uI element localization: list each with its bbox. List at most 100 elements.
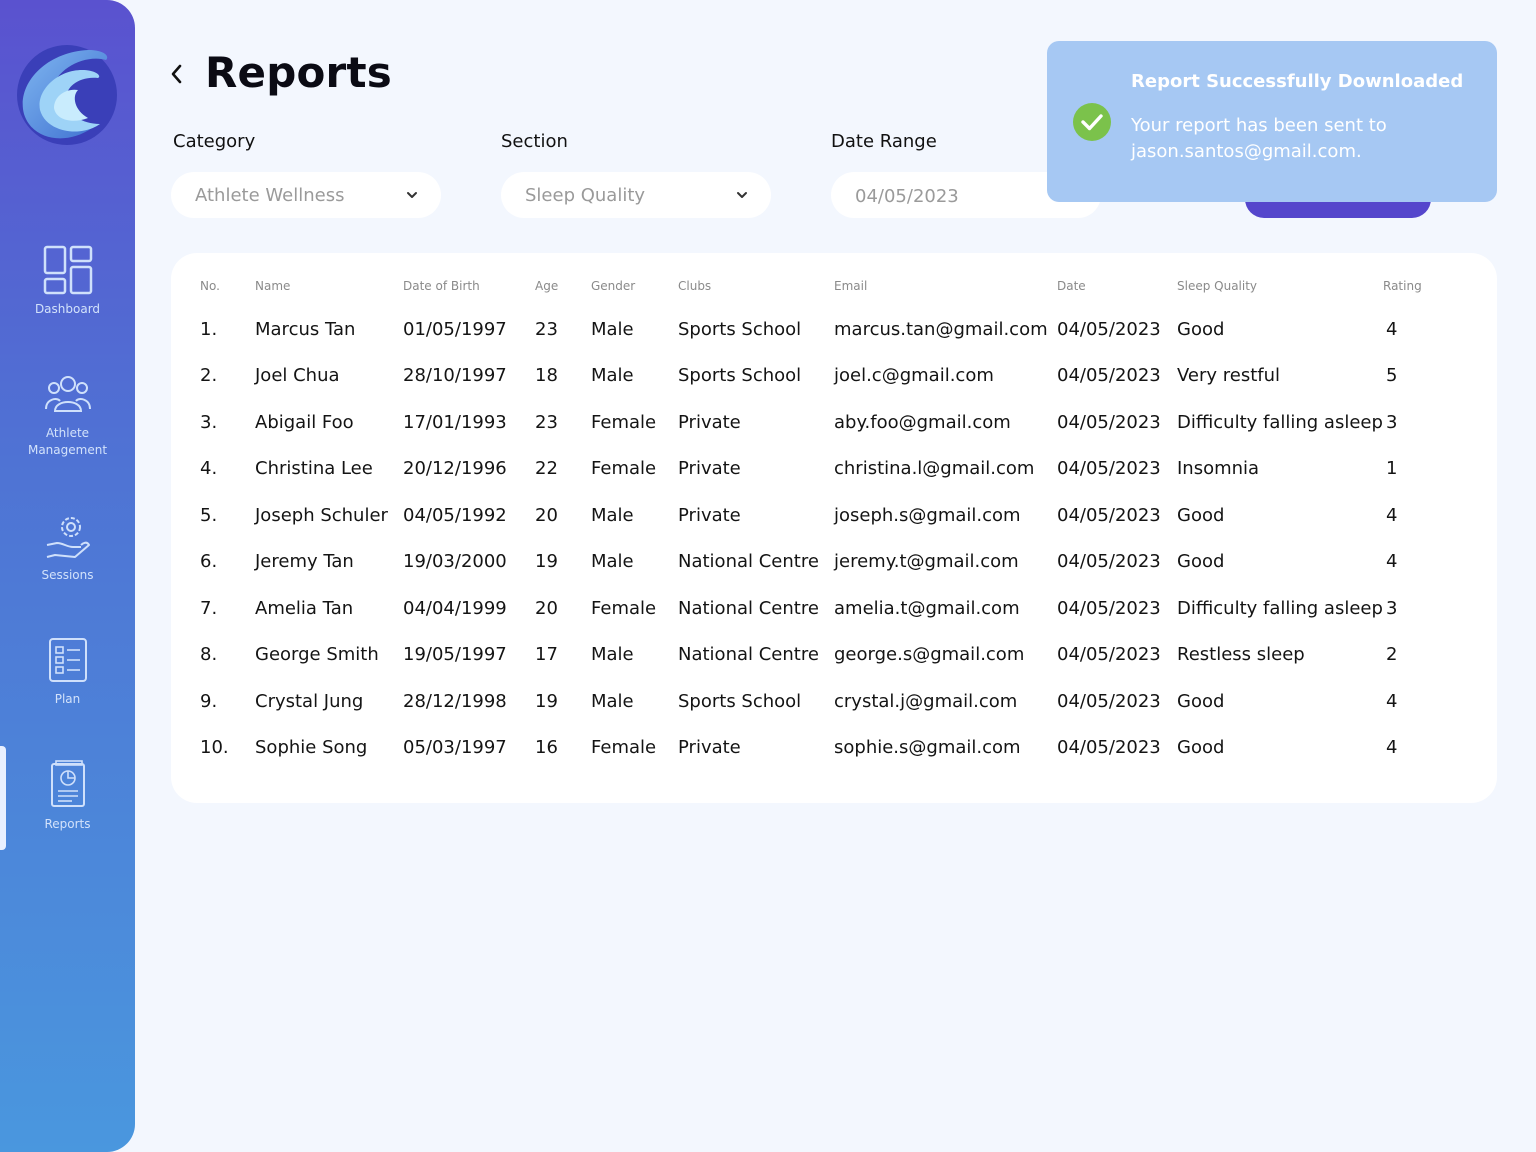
chevron-left-icon[interactable]: [168, 62, 186, 86]
cell-gender: Male: [591, 505, 634, 526]
cell-sleep-quality: Good: [1177, 691, 1225, 712]
cell-club: Sports School: [678, 365, 802, 386]
cell-rating: 4: [1386, 505, 1398, 526]
cell-gender: Male: [591, 365, 634, 386]
cell-name: Christina Lee: [255, 458, 373, 479]
cell-club: National Centre: [678, 551, 819, 572]
report-icon: [50, 760, 85, 807]
nav-label-reports: Reports: [44, 817, 91, 831]
cell-age: 18: [535, 365, 558, 386]
cell-gender: Female: [591, 737, 657, 758]
nav-item-dashboard[interactable]: Dashboard: [0, 245, 135, 318]
cell-club: Private: [678, 737, 741, 758]
cell-rating: 4: [1386, 319, 1398, 340]
cell-date: 04/05/2023: [1057, 319, 1161, 340]
column-header-rating: Rating: [1383, 279, 1422, 293]
cell-sleep-quality: Difficulty falling asleep: [1177, 598, 1383, 619]
cell-club: National Centre: [678, 644, 819, 665]
chevron-down-icon: [737, 192, 747, 198]
cell-age: 22: [535, 458, 558, 479]
cell-name: Marcus Tan: [255, 319, 356, 340]
cell-sleep-quality: Insomnia: [1177, 458, 1260, 479]
cell-gender: Female: [591, 598, 657, 619]
column-header-date: Date: [1057, 279, 1086, 293]
cell-club: Sports School: [678, 691, 802, 712]
cell-age: 19: [535, 551, 558, 572]
cell-name: George Smith: [255, 644, 379, 665]
cell-club: Private: [678, 505, 741, 526]
section-select[interactable]: Sleep Quality: [501, 172, 771, 218]
cell-no: 9.: [200, 691, 218, 712]
cell-name: Joel Chua: [255, 365, 340, 386]
cell-email: jeremy.t@gmail.com: [834, 551, 1019, 572]
team-icon: [44, 376, 91, 412]
cell-dob: 28/10/1997: [403, 365, 507, 386]
cell-sleep-quality: Good: [1177, 319, 1225, 340]
cell-rating: 3: [1386, 598, 1398, 619]
category-select[interactable]: Athlete Wellness: [171, 172, 441, 218]
cell-dob: 28/12/1998: [403, 691, 507, 712]
cell-date: 04/05/2023: [1057, 737, 1161, 758]
cell-sleep-quality: Good: [1177, 505, 1225, 526]
sidebar: Dashboard Athlete Management Sessions Pl…: [0, 0, 135, 1152]
nav-item-plan[interactable]: Plan: [0, 637, 135, 708]
cell-date: 04/05/2023: [1057, 644, 1161, 665]
cell-no: 5.: [200, 505, 218, 526]
cell-gender: Female: [591, 458, 657, 479]
nav-label-sessions: Sessions: [41, 568, 94, 582]
cell-no: 4.: [200, 458, 218, 479]
page-title: Reports: [205, 48, 392, 97]
cell-rating: 2: [1386, 644, 1398, 665]
cell-email: joseph.s@gmail.com: [834, 505, 1021, 526]
cell-name: Crystal Jung: [255, 691, 364, 712]
cell-name: Jeremy Tan: [255, 551, 354, 572]
cell-sleep-quality: Very restful: [1177, 365, 1281, 386]
checklist-icon: [48, 638, 87, 682]
date-range-label: Date Range: [831, 131, 937, 152]
cell-age: 23: [535, 319, 558, 340]
section-select-value: Sleep Quality: [525, 184, 646, 206]
cell-rating: 3: [1386, 412, 1398, 433]
toast-title: Report Successfully Downloaded: [1131, 71, 1464, 92]
check-circle-icon: [1073, 103, 1111, 141]
cell-age: 20: [535, 598, 558, 619]
cell-email: marcus.tan@gmail.com: [834, 319, 1048, 340]
app-logo: [17, 45, 117, 145]
cell-dob: 20/12/1996: [403, 458, 507, 479]
cell-gender: Male: [591, 551, 634, 572]
column-header-email: Email: [834, 279, 868, 293]
cell-sleep-quality: Restless sleep: [1177, 644, 1305, 665]
chevron-down-icon: [407, 192, 417, 198]
nav-item-sessions[interactable]: Sessions: [0, 511, 135, 584]
cell-email: christina.l@gmail.com: [834, 458, 1035, 479]
cell-date: 04/05/2023: [1057, 412, 1161, 433]
cell-dob: 01/05/1997: [403, 319, 507, 340]
cell-name: Amelia Tan: [255, 598, 354, 619]
column-header-age: Age: [535, 279, 559, 293]
column-header-no: No.: [200, 279, 220, 293]
cell-dob: 04/05/1992: [403, 505, 507, 526]
nav-label-plan: Plan: [54, 692, 81, 706]
nav-item-athlete-management[interactable]: Athlete Management: [0, 375, 135, 459]
cell-no: 1.: [200, 319, 218, 340]
cell-dob: 04/04/1999: [403, 598, 507, 619]
cell-no: 7.: [200, 598, 218, 619]
cell-dob: 19/05/1997: [403, 644, 507, 665]
cell-email: aby.foo@gmail.com: [834, 412, 1011, 433]
column-header-gender: Gender: [591, 279, 636, 293]
cell-rating: 4: [1386, 551, 1398, 572]
cell-no: 8.: [200, 644, 218, 665]
cell-name: Joseph Schuler: [255, 505, 388, 526]
cell-date: 04/05/2023: [1057, 505, 1161, 526]
column-header-name: Name: [255, 279, 291, 293]
cell-gender: Male: [591, 691, 634, 712]
cell-date: 04/05/2023: [1057, 551, 1161, 572]
cell-name: Abigail Foo: [255, 412, 354, 433]
cell-email: george.s@gmail.com: [834, 644, 1025, 665]
cell-club: National Centre: [678, 598, 819, 619]
cell-email: sophie.s@gmail.com: [834, 737, 1021, 758]
nav-item-reports[interactable]: Reports: [0, 760, 135, 833]
success-toast: Report Successfully Downloaded Your repo…: [1047, 41, 1497, 202]
cell-sleep-quality: Good: [1177, 737, 1225, 758]
cell-no: 6.: [200, 551, 218, 572]
